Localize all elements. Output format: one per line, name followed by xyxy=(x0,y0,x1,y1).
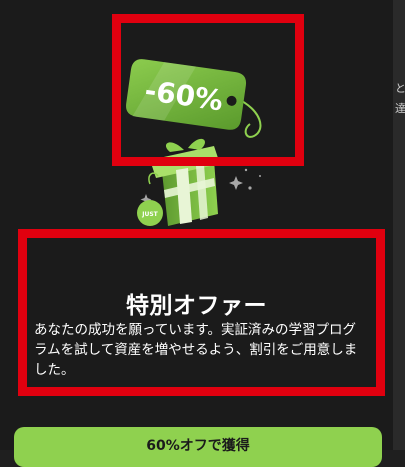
claim-offer-button[interactable]: 60%オフで獲得 xyxy=(14,427,382,467)
special-offer-modal: JUST -60% 特別オファー あなたの成功を願っています。実証済みの学習プロ… xyxy=(0,0,393,467)
highlight-frame-discount xyxy=(112,14,304,166)
background-text-fragment: と xyxy=(395,82,405,95)
badge-text: JUST xyxy=(141,211,158,218)
background-page-edge: と 達 xyxy=(393,0,405,450)
background-text-fragment: 達 xyxy=(395,102,405,115)
highlight-frame-text xyxy=(18,229,385,396)
